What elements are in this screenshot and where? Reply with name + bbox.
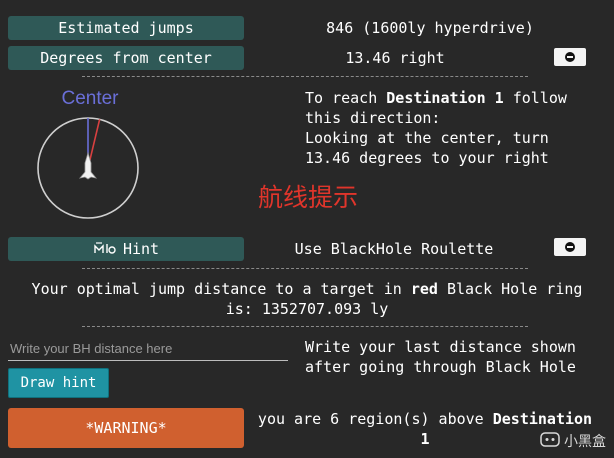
instruction-line4: 13.46 degrees to your right — [305, 149, 549, 167]
region-warning-destination: Destination — [492, 410, 593, 428]
watermark: 小黑盒 — [540, 430, 606, 452]
hint-button[interactable]: Hint — [8, 237, 244, 261]
estimated-jumps-label: Estimated jumps — [8, 16, 244, 40]
divider-lower — [82, 326, 528, 327]
warning-button[interactable]: *WARNING* — [8, 408, 244, 448]
degrees-from-center-value: 13.46 right — [345, 49, 445, 67]
instruction-line3: Looking at the center, turn — [305, 129, 549, 147]
overlay-caption: 航线提示 — [258, 183, 359, 212]
watermark-logo-icon — [540, 430, 560, 452]
bh-note-line2: after going through Black Hole — [305, 358, 576, 376]
estimated-jumps-label-text: Estimated jumps — [58, 19, 194, 37]
minus-circle-icon — [565, 242, 575, 252]
instruction-destination: Destination 1 — [386, 89, 504, 107]
degrees-toggle-button[interactable] — [554, 48, 586, 66]
optimal-distance: Your optimal jump distance to a target i… — [0, 279, 614, 319]
region-warning-line2: 1 — [420, 430, 430, 448]
roulette-toggle-button[interactable] — [554, 238, 586, 256]
degrees-from-center-label-text: Degrees from center — [40, 49, 212, 67]
region-warning-prefix: you are 6 region(s) above — [257, 410, 493, 428]
draw-hint-button[interactable]: Draw hint — [8, 368, 109, 398]
instruction-line1-prefix: To reach — [305, 89, 387, 107]
draw-hint-label: Draw hint — [20, 375, 97, 391]
roulette-text: Use BlackHole Roulette — [294, 240, 494, 258]
warning-label: *WARNING* — [85, 419, 167, 437]
instruction-line1-suffix: follow — [503, 89, 567, 107]
compass: Center — [28, 86, 152, 226]
optimal-suffix: Black Hole ring — [437, 280, 583, 298]
instruction-line2: this direction: — [305, 109, 441, 127]
optimal-distance-value: is: 1352707.093 ly — [225, 300, 389, 318]
optimal-color-word: red — [410, 280, 438, 298]
estimated-jumps-value: 846 (1600ly hyperdrive) — [326, 19, 534, 37]
degrees-from-center-label: Degrees from center — [8, 46, 244, 70]
bh-note: Write your last distance shown after goi… — [305, 337, 605, 377]
ship-icon — [78, 151, 98, 180]
bh-note-line1: Write your last distance shown — [305, 338, 576, 356]
watermark-text: 小黑盒 — [564, 434, 606, 450]
direction-instructions: To reach Destination 1 follow this direc… — [305, 88, 605, 168]
compass-dial — [37, 117, 139, 219]
hint-label: Hint — [122, 240, 160, 258]
optimal-prefix: Your optimal jump distance to a target i… — [31, 280, 411, 298]
divider-top — [82, 76, 528, 77]
minus-circle-icon — [565, 52, 575, 62]
divider-middle — [82, 268, 528, 269]
bh-distance-input[interactable] — [8, 336, 288, 361]
hint-icon — [93, 241, 119, 258]
